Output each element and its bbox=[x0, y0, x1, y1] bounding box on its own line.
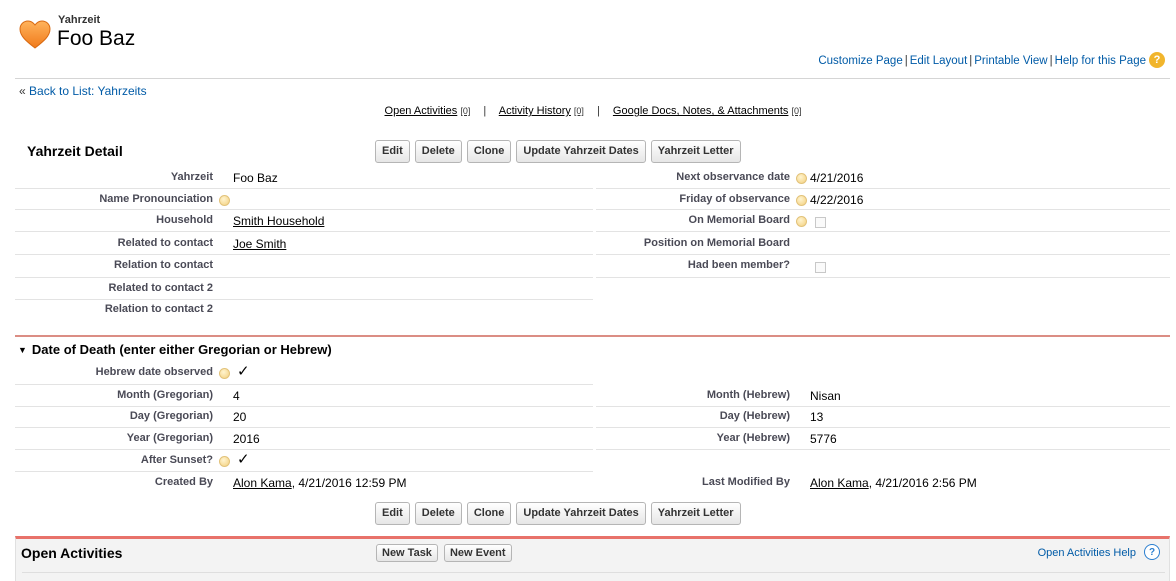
header-links: Customize Page | Edit Layout | Printable Vie… bbox=[818, 55, 1146, 67]
had-been-member-label: Had been member? bbox=[687, 259, 790, 271]
yahrzeit-letter-button[interactable]: Yahrzeit Letter bbox=[650, 502, 741, 525]
on-memorial-board-checkbox bbox=[815, 217, 826, 228]
yahrzeit-value: Foo Baz bbox=[233, 171, 278, 185]
object-type-label: Yahrzeit bbox=[58, 14, 101, 26]
day-gregorian-label: Day (Gregorian) bbox=[129, 410, 213, 422]
hebrew-date-observed-checkmark-icon: ✓ bbox=[237, 363, 250, 380]
related-to-contact-link[interactable]: Joe Smith bbox=[233, 237, 286, 251]
header-divider bbox=[15, 78, 1170, 79]
date-of-death-title: Date of Death (enter either Gregorian or… bbox=[31, 342, 332, 357]
customize-page-link[interactable]: Customize Page bbox=[818, 55, 902, 67]
after-sunset-checkmark-icon: ✓ bbox=[237, 451, 250, 468]
month-hebrew-label: Month (Hebrew) bbox=[706, 389, 790, 401]
day-gregorian-value: 20 bbox=[233, 410, 247, 424]
help-icon[interactable]: ? bbox=[1149, 52, 1165, 68]
help-for-this-page-link[interactable]: Help for this Page bbox=[1055, 55, 1146, 67]
detail-top-buttons: Edit Delete Clone Update Yahrzeit Dates … bbox=[375, 140, 741, 163]
last-modified-by-user-link[interactable]: Alon Kama bbox=[810, 476, 869, 490]
detail-bottom-buttons: Edit Delete Clone Update Yahrzeit Dates … bbox=[375, 502, 741, 525]
delete-button[interactable]: Delete bbox=[414, 502, 462, 525]
related-list-links: Open Activities [0] | Activity History [… bbox=[384, 105, 802, 117]
year-gregorian-value: 2016 bbox=[233, 432, 260, 446]
related-to-contact-2-label: Related to contact 2 bbox=[108, 282, 213, 294]
back-chevron-icon: « bbox=[19, 84, 26, 98]
back-to-list: « Back to List: Yahrzeits bbox=[19, 84, 147, 98]
friday-of-observance-value: 4/22/2016 bbox=[810, 193, 864, 207]
month-hebrew-value: Nisan bbox=[810, 389, 841, 403]
yahrzeit-label: Yahrzeit bbox=[170, 171, 213, 183]
edit-button[interactable]: Edit bbox=[375, 502, 410, 525]
clone-button[interactable]: Clone bbox=[466, 502, 512, 525]
had-been-member-checkbox bbox=[815, 262, 826, 273]
name-pronounciation-label: Name Pronounciation bbox=[99, 193, 213, 205]
new-task-button[interactable]: New Task bbox=[376, 544, 438, 562]
yahrzeit-letter-button[interactable]: Yahrzeit Letter bbox=[650, 140, 741, 163]
next-observance-date-value: 4/21/2016 bbox=[810, 171, 864, 185]
relation-to-contact-label: Relation to contact bbox=[113, 259, 213, 271]
year-hebrew-label: Year (Hebrew) bbox=[716, 432, 790, 444]
open-activities-help-link[interactable]: Open Activities Help bbox=[1038, 547, 1136, 559]
related-to-contact-label: Related to contact bbox=[117, 237, 213, 249]
last-modified-by-label: Last Modified By bbox=[701, 476, 790, 488]
help-question-icon[interactable]: ? bbox=[1144, 544, 1160, 560]
clone-button[interactable]: Clone bbox=[466, 140, 512, 163]
info-icon[interactable] bbox=[219, 368, 230, 379]
friday-of-observance-label: Friday of observance bbox=[679, 193, 790, 205]
heart-icon bbox=[19, 20, 51, 49]
open-activities-title: Open Activities bbox=[21, 545, 123, 561]
info-icon[interactable] bbox=[796, 173, 807, 184]
collapse-triangle-icon[interactable]: ▼ bbox=[18, 345, 27, 355]
relation-to-contact-2-label: Relation to contact 2 bbox=[104, 303, 213, 315]
detail-section-title: Yahrzeit Detail bbox=[27, 143, 123, 159]
activity-history-related-link[interactable]: Activity History bbox=[499, 105, 571, 117]
created-by-user-link[interactable]: Alon Kama bbox=[233, 476, 292, 490]
info-icon[interactable] bbox=[219, 456, 230, 467]
update-yahrzeit-dates-button[interactable]: Update Yahrzeit Dates bbox=[516, 502, 646, 525]
last-modified-by-value: Alon Kama, 4/21/2016 2:56 PM bbox=[810, 476, 977, 490]
section-divider bbox=[15, 335, 1170, 337]
on-memorial-board-label: On Memorial Board bbox=[688, 214, 790, 226]
info-icon[interactable] bbox=[219, 195, 230, 206]
last-modified-by-date: , 4/21/2016 2:56 PM bbox=[868, 476, 977, 490]
google-docs-count: [0] bbox=[791, 106, 802, 116]
date-of-death-section-header[interactable]: ▼ Date of Death (enter either Gregorian o… bbox=[18, 342, 332, 357]
year-hebrew-value: 5776 bbox=[810, 432, 837, 446]
position-on-memorial-board-label: Position on Memorial Board bbox=[643, 237, 790, 249]
update-yahrzeit-dates-button[interactable]: Update Yahrzeit Dates bbox=[516, 140, 646, 163]
year-gregorian-label: Year (Gregorian) bbox=[126, 432, 213, 444]
day-hebrew-value: 13 bbox=[810, 410, 824, 424]
open-activities-buttons: New Task New Event bbox=[376, 544, 512, 562]
delete-button[interactable]: Delete bbox=[414, 140, 462, 163]
open-activities-inner-divider bbox=[22, 572, 1165, 573]
created-by-label: Created By bbox=[154, 476, 213, 488]
household-label: Household bbox=[156, 214, 213, 226]
created-by-date: , 4/21/2016 12:59 PM bbox=[291, 476, 407, 490]
edit-button[interactable]: Edit bbox=[375, 140, 410, 163]
activity-history-count: [0] bbox=[573, 106, 584, 116]
household-link[interactable]: Smith Household bbox=[233, 214, 324, 228]
new-event-button[interactable]: New Event bbox=[443, 544, 512, 562]
month-gregorian-label: Month (Gregorian) bbox=[117, 389, 213, 401]
google-docs-related-link[interactable]: Google Docs, Notes, & Attachments bbox=[613, 105, 788, 117]
open-activities-panel bbox=[15, 536, 1170, 581]
printable-view-link[interactable]: Printable View bbox=[974, 55, 1047, 67]
day-hebrew-label: Day (Hebrew) bbox=[719, 410, 790, 422]
next-observance-date-label: Next observance date bbox=[676, 171, 790, 183]
open-activities-count: [0] bbox=[460, 106, 471, 116]
info-icon[interactable] bbox=[796, 216, 807, 227]
open-activities-related-link[interactable]: Open Activities bbox=[385, 105, 458, 117]
info-icon[interactable] bbox=[796, 195, 807, 206]
page-title: Foo Baz bbox=[57, 27, 136, 50]
after-sunset-label: After Sunset? bbox=[140, 454, 213, 466]
back-to-list-link[interactable]: Back to List: Yahrzeits bbox=[29, 84, 147, 98]
edit-layout-link[interactable]: Edit Layout bbox=[910, 55, 968, 67]
created-by-value: Alon Kama, 4/21/2016 12:59 PM bbox=[233, 476, 406, 490]
month-gregorian-value: 4 bbox=[233, 389, 240, 403]
hebrew-date-observed-label: Hebrew date observed bbox=[95, 366, 213, 378]
